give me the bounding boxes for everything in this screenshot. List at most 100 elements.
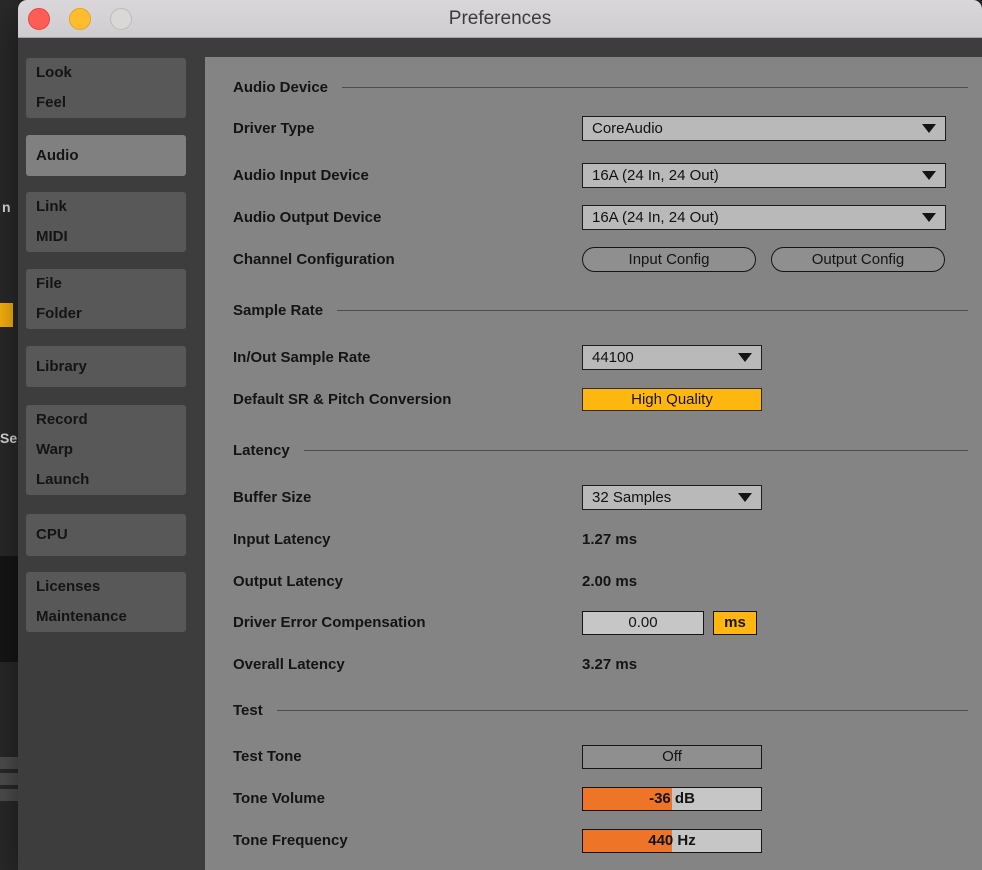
field-label: In/Out Sample Rate (233, 349, 371, 366)
field-label: Test Tone (233, 748, 302, 765)
tab-label: Link (36, 198, 67, 215)
tab-label: Warp (36, 441, 73, 458)
overall-latency-value: 3.27 ms (582, 656, 638, 673)
sample-rate-dropdown[interactable]: 44100 (582, 345, 762, 370)
sidebar-tab-record-warp-launch[interactable]: Record Warp Launch (26, 405, 186, 495)
tone-volume-value: -36 dB (649, 789, 695, 807)
field-label: Channel Configuration (233, 251, 395, 268)
row-audio-input-device: Audio Input Device 16A (24 In, 24 Out) (233, 163, 946, 188)
close-button[interactable] (28, 8, 50, 30)
tab-label: Licenses (36, 578, 101, 595)
tab-label: Feel (36, 94, 67, 111)
field-label: Tone Volume (233, 790, 325, 807)
background-row-clip (0, 773, 18, 785)
window-body: Look Feel Audio Link MIDI File Folder Li… (18, 38, 982, 870)
dropdown-value: 16A (24 In, 24 Out) (592, 209, 719, 226)
tab-label: File (36, 275, 62, 292)
section-divider (303, 449, 968, 451)
input-latency-value: 1.27 ms (582, 531, 638, 548)
field-label: Default SR & Pitch Conversion (233, 391, 452, 408)
audio-input-device-dropdown[interactable]: 16A (24 In, 24 Out) (582, 163, 946, 188)
sidebar: Look Feel Audio Link MIDI File Folder Li… (18, 38, 205, 870)
row-input-latency: Input Latency 1.27 ms (233, 527, 946, 552)
buffer-size-dropdown[interactable]: 32 Samples (582, 485, 762, 510)
audio-preferences-panel: Audio Device Driver Type CoreAudio Audio… (205, 57, 982, 870)
tone-frequency-value: 440 Hz (648, 831, 696, 849)
field-label: Audio Input Device (233, 167, 369, 184)
section-divider (337, 309, 968, 311)
sidebar-tab-file-folder[interactable]: File Folder (26, 269, 186, 329)
zoom-button-disabled (110, 8, 132, 30)
tone-frequency-slider[interactable]: 440 Hz (582, 828, 762, 853)
background-text-fragment: n (2, 199, 11, 215)
traffic-lights (28, 8, 132, 30)
section-title: Test (233, 701, 263, 719)
row-driver-error-compensation: Driver Error Compensation 0.00 ms (233, 610, 946, 635)
background-app-strip: n Se (0, 0, 18, 870)
section-title: Audio Device (233, 78, 329, 96)
row-sr-pitch-conversion: Default SR & Pitch Conversion High Quali… (233, 387, 946, 412)
section-title: Sample Rate (233, 301, 324, 319)
background-text-fragment: Se (0, 430, 18, 446)
tab-label: Audio (36, 146, 79, 164)
chevron-down-icon (922, 213, 936, 222)
window-title: Preferences (448, 7, 552, 29)
tone-volume-slider[interactable]: -36 dB (582, 786, 762, 811)
field-label: Tone Frequency (233, 832, 348, 849)
row-tone-frequency: Tone Frequency 440 Hz (233, 828, 946, 853)
section-header-test: Test (233, 698, 968, 722)
row-test-tone: Test Tone Off (233, 744, 946, 769)
sidebar-tab-audio[interactable]: Audio (26, 135, 186, 176)
row-tone-volume: Tone Volume -36 dB (233, 786, 946, 811)
audio-output-device-dropdown[interactable]: 16A (24 In, 24 Out) (582, 205, 946, 230)
section-header-latency: Latency (233, 438, 968, 462)
dropdown-value: 32 Samples (592, 489, 672, 506)
field-label: Driver Error Compensation (233, 614, 426, 631)
row-driver-type: Driver Type CoreAudio (233, 116, 946, 141)
chevron-down-icon (738, 353, 752, 362)
background-row-clip (0, 789, 18, 801)
section-header-audio-device: Audio Device (233, 75, 968, 99)
driver-type-dropdown[interactable]: CoreAudio (582, 116, 946, 141)
row-audio-output-device: Audio Output Device 16A (24 In, 24 Out) (233, 205, 946, 230)
background-dark-clip (0, 556, 18, 662)
high-quality-toggle[interactable]: High Quality (582, 388, 762, 411)
background-yellow-clip (0, 303, 13, 327)
minimize-button[interactable] (69, 8, 91, 30)
chevron-down-icon (922, 124, 936, 133)
tab-label: CPU (36, 526, 68, 543)
chevron-down-icon (738, 493, 752, 502)
tab-label: Look (36, 64, 72, 81)
tab-label: MIDI (36, 228, 68, 245)
sidebar-tab-cpu[interactable]: CPU (26, 514, 186, 556)
dropdown-value: CoreAudio (592, 120, 663, 137)
row-buffer-size: Buffer Size 32 Samples (233, 485, 946, 510)
driver-error-compensation-input[interactable]: 0.00 (582, 610, 704, 635)
output-latency-value: 2.00 ms (582, 573, 638, 590)
field-label: Driver Type (233, 120, 315, 137)
sidebar-tab-link-midi[interactable]: Link MIDI (26, 192, 186, 252)
row-overall-latency: Overall Latency 3.27 ms (233, 652, 946, 677)
field-label: Overall Latency (233, 656, 345, 673)
test-tone-toggle[interactable]: Off (582, 744, 762, 769)
input-config-button[interactable]: Input Config (582, 247, 756, 272)
sidebar-tab-licenses-maintenance[interactable]: Licenses Maintenance (26, 572, 186, 632)
row-channel-configuration: Channel Configuration Input Config Outpu… (233, 247, 946, 272)
row-output-latency: Output Latency 2.00 ms (233, 569, 946, 594)
section-title: Latency (233, 441, 290, 459)
sidebar-tab-library[interactable]: Library (26, 346, 186, 387)
field-label: Output Latency (233, 573, 344, 590)
tab-label: Record (36, 411, 88, 428)
preferences-window: Preferences Look Feel Audio Link MIDI Fi… (18, 0, 982, 870)
field-label: Audio Output Device (233, 209, 382, 226)
output-config-button[interactable]: Output Config (771, 247, 945, 272)
chevron-down-icon (922, 171, 936, 180)
sidebar-tab-look-feel[interactable]: Look Feel (26, 58, 186, 118)
field-label: Input Latency (233, 531, 331, 548)
tab-label: Folder (36, 305, 82, 322)
titlebar[interactable]: Preferences (18, 0, 982, 38)
section-divider (342, 86, 968, 88)
ms-unit-badge[interactable]: ms (713, 610, 757, 635)
section-divider (276, 709, 968, 711)
row-in-out-sample-rate: In/Out Sample Rate 44100 (233, 345, 946, 370)
